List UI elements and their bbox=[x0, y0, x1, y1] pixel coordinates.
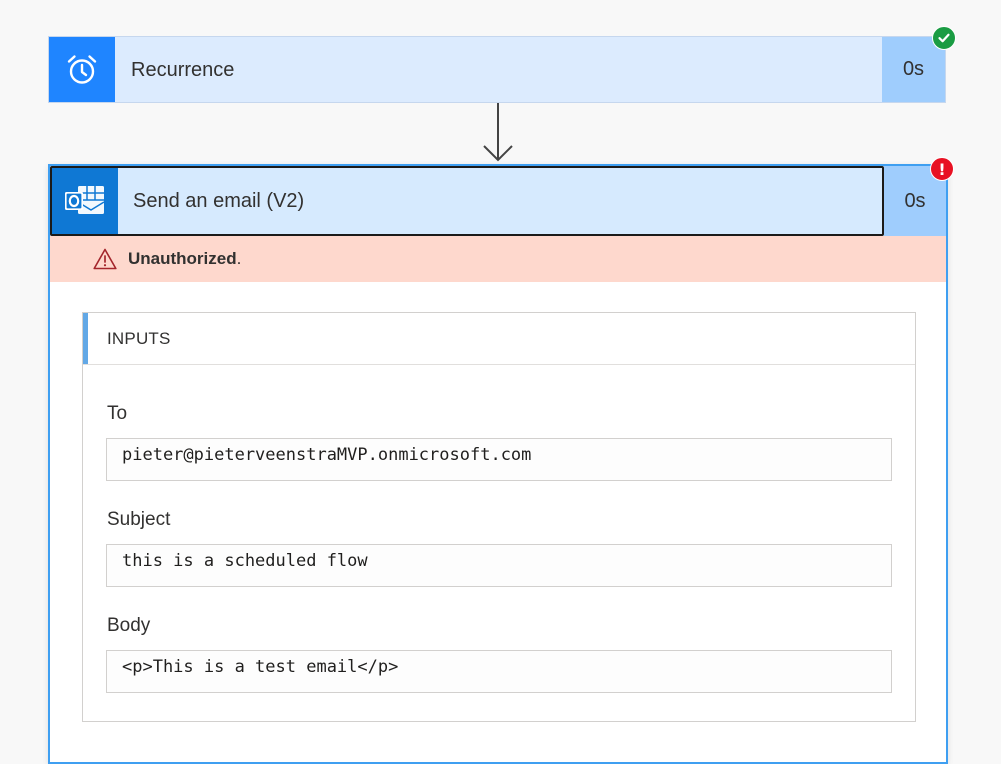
error-message-suffix: . bbox=[236, 249, 242, 268]
field-value-body[interactable]: <p>This is a test email</p> bbox=[106, 650, 892, 693]
recurrence-duration-label: 0s bbox=[902, 58, 925, 80]
connector-arrow-icon bbox=[483, 103, 513, 162]
warning-triangle-icon bbox=[93, 247, 117, 271]
recurrence-step[interactable]: Recurrence 0s bbox=[48, 36, 946, 103]
field-label-to: To bbox=[107, 403, 128, 424]
alarm-clock-icon bbox=[49, 37, 115, 102]
error-circle-icon: ! bbox=[930, 157, 954, 181]
field-label-subject: Subject bbox=[107, 509, 171, 530]
inputs-panel: INPUTS To pieter@pieterveenstraMVP.onmic… bbox=[82, 312, 916, 722]
send-email-header[interactable]: Send an email (V2) 0s bbox=[50, 166, 946, 236]
inputs-accent-bar bbox=[83, 313, 88, 364]
inputs-heading: INPUTS bbox=[107, 329, 171, 348]
error-message: Unauthorized. bbox=[128, 249, 241, 269]
check-circle-icon bbox=[932, 26, 956, 50]
error-message-bar: Unauthorized. bbox=[50, 236, 946, 282]
send-email-card: Send an email (V2) 0s Unauthorized. INPU… bbox=[48, 164, 948, 764]
outlook-icon bbox=[52, 168, 118, 234]
send-email-duration-label: 0s bbox=[904, 189, 926, 212]
field-value-to[interactable]: pieter@pieterveenstraMVP.onmicrosoft.com bbox=[106, 438, 892, 481]
field-label-body: Body bbox=[107, 615, 151, 636]
send-email-title: Send an email (V2) bbox=[133, 190, 305, 212]
inputs-header[interactable]: INPUTS bbox=[83, 313, 915, 365]
field-value-subject[interactable]: this is a scheduled flow bbox=[106, 544, 892, 587]
recurrence-title: Recurrence bbox=[131, 59, 235, 81]
error-message-bold: Unauthorized bbox=[128, 249, 237, 268]
